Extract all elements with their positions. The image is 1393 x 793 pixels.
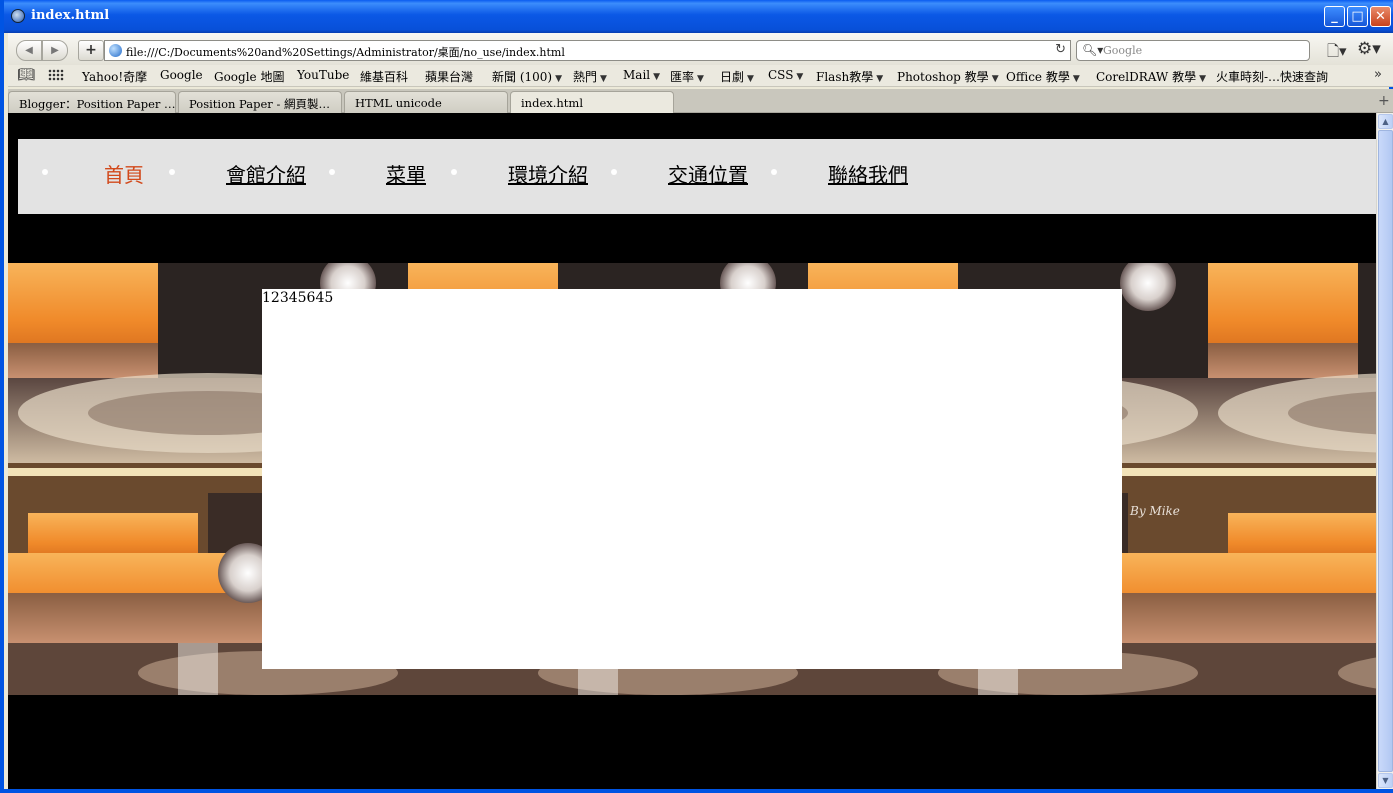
navigation-toolbar: ◀ ▶ + file:///C:/Documents%20and%20Setti…	[8, 33, 1393, 65]
menu-bullet	[329, 169, 335, 175]
page-menu-icon[interactable]: 🗋▾	[1327, 41, 1347, 66]
url-text[interactable]: file:///C:/Documents%20and%20Settings/Ad…	[126, 44, 565, 60]
bookmark-item[interactable]: Google 地圖	[214, 68, 284, 85]
scroll-thumb[interactable]	[1378, 130, 1393, 772]
bookmark-folder[interactable]: 熱門 ▼	[573, 68, 607, 85]
back-button[interactable]: ◀	[16, 40, 42, 61]
bookmark-folder[interactable]: Photoshop 教學 ▼	[897, 68, 999, 85]
address-bar[interactable]: file:///C:/Documents%20and%20Settings/Ad…	[104, 40, 1071, 61]
chevron-down-icon: ▼	[697, 74, 704, 84]
bookmark-folder[interactable]: CorelDRAW 教學 ▼	[1096, 68, 1206, 85]
menu-bullet	[611, 169, 617, 175]
bookmark-item[interactable]: Google	[160, 68, 203, 82]
browser-app-icon	[11, 9, 25, 23]
bookmark-item[interactable]: Yahoo!奇摩	[82, 68, 147, 85]
add-bookmark-button[interactable]: +	[78, 40, 104, 61]
bookmark-item[interactable]: 蘋果台灣	[425, 68, 473, 85]
chevron-down-icon: ▼	[796, 72, 804, 82]
gear-icon[interactable]: ⚙▾	[1357, 39, 1381, 59]
window-title: index.html	[31, 8, 110, 23]
bookmark-item[interactable]: 火車時刻-…快速查詢	[1216, 68, 1328, 85]
minimize-button[interactable]: _	[1324, 6, 1345, 27]
chevron-down-icon: ▼	[600, 74, 607, 84]
search-icon[interactable]: 🔍︎▾	[1082, 43, 1103, 57]
book-icon[interactable]: 📖︎	[17, 67, 35, 83]
search-placeholder: Google	[1103, 44, 1143, 57]
menu-item-menu[interactable]: 菜單	[386, 159, 426, 188]
bookmark-folder[interactable]: 日劇 ▼	[720, 68, 754, 85]
bookmark-folder[interactable]: Office 教學 ▼	[1006, 68, 1080, 85]
more-bookmarks-icon[interactable]: »	[1374, 67, 1382, 82]
scroll-down-icon[interactable]: ▼	[1378, 773, 1393, 788]
forward-button[interactable]: ▶	[42, 40, 68, 61]
browser-window: index.html _ □ ✕ ◀ ▶ + file:///C:/Docume…	[0, 0, 1393, 793]
menu-item-contact[interactable]: 聯絡我們	[828, 159, 908, 188]
menu-bullet	[42, 169, 48, 175]
chevron-down-icon: ▼	[1072, 74, 1080, 84]
tab-index[interactable]: index.html	[510, 91, 674, 113]
content-panel: 12345645	[262, 289, 1122, 669]
bookmark-folder[interactable]: CSS ▼	[768, 68, 803, 82]
search-input[interactable]: 🔍︎▾ Google	[1076, 40, 1310, 61]
close-button[interactable]: ✕	[1370, 6, 1391, 27]
globe-icon	[109, 44, 122, 57]
menu-item-environment[interactable]: 環境介紹	[508, 159, 588, 188]
bookmark-folder[interactable]: 新聞 (100) ▼	[492, 68, 562, 85]
tab-position-paper[interactable]: Position Paper - 網頁製…	[178, 91, 342, 113]
menu-item-about[interactable]: 會館介紹	[226, 159, 306, 188]
bookmark-folder[interactable]: 匯率 ▼	[670, 68, 704, 85]
chevron-down-icon: ▼	[991, 74, 999, 84]
scroll-up-icon[interactable]: ▲	[1378, 114, 1393, 129]
chevron-down-icon: ▼	[747, 74, 754, 84]
chevron-down-icon: ▼	[1199, 74, 1206, 84]
maximize-button[interactable]: □	[1347, 6, 1368, 27]
panel-text: 12345645	[262, 290, 334, 306]
bookmark-folder[interactable]: Flash教學 ▼	[816, 68, 883, 85]
chevron-down-icon: ▼	[876, 74, 884, 84]
tab-blogger[interactable]: Blogger：Position Paper …	[8, 91, 176, 113]
tab-html-unicode[interactable]: HTML unicode	[344, 91, 508, 113]
menu-item-location[interactable]: 交通位置	[668, 159, 748, 188]
bookmarks-bar: 📖︎ Yahoo!奇摩 Google Google 地圖 YouTube 維基百…	[8, 65, 1393, 87]
site-nav-menu: 首頁 會館介紹 菜單 環境介紹 交通位置 聯絡我們	[18, 139, 1376, 214]
chevron-down-icon: ▼	[555, 74, 563, 84]
menu-item-home[interactable]: 首頁	[104, 159, 144, 188]
tab-strip: Blogger：Position Paper … Position Paper …	[8, 89, 1393, 113]
chevron-down-icon: ▼	[653, 72, 661, 82]
photo-signature: By Mike	[1129, 504, 1180, 518]
vertical-scrollbar[interactable]: ▲ ▼	[1376, 113, 1393, 789]
page-content: 首頁 會館介紹 菜單 環境介紹 交通位置 聯絡我們 By Mike 123456…	[8, 113, 1376, 789]
new-tab-icon[interactable]: +	[1378, 93, 1390, 109]
bookmark-folder[interactable]: Mail ▼	[623, 68, 660, 82]
menu-bullet	[451, 169, 457, 175]
title-bar[interactable]: index.html _ □ ✕	[4, 0, 1393, 33]
menu-bullet	[771, 169, 777, 175]
bookmark-item[interactable]: YouTube	[297, 68, 349, 82]
reload-icon[interactable]: ↻	[1055, 42, 1066, 57]
grid-icon[interactable]	[48, 69, 64, 81]
menu-bullet	[169, 169, 175, 175]
bookmark-item[interactable]: 維基百科	[360, 68, 408, 85]
